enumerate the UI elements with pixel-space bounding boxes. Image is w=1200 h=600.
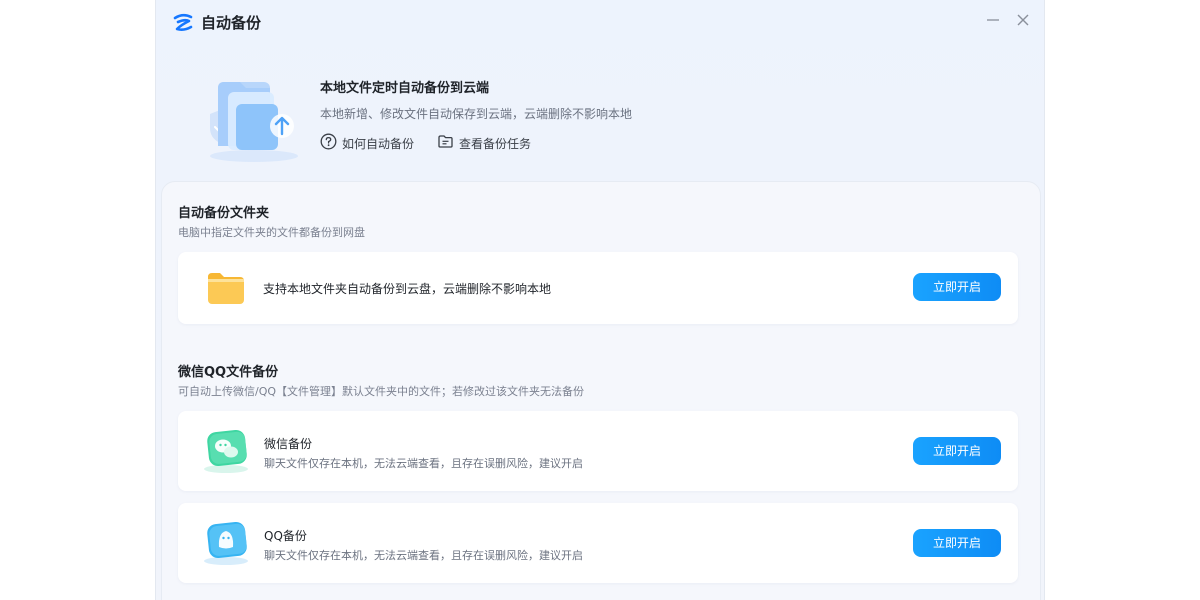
backup-options-panel: 自动备份文件夹 电脑中指定文件夹的文件都备份到网盘 支持本地文件夹自动备份到云盘… <box>161 181 1041 600</box>
view-backup-tasks-label: 查看备份任务 <box>459 136 532 151</box>
qq-backup-title: QQ备份 <box>264 529 307 543</box>
hero-subtitle: 本地新增、修改文件自动保存到云端，云端删除不影响本地 <box>320 107 633 121</box>
auto-backup-window: 自动备份 本地文件定时自动备份到云端 本地新增、修改文件自动保存到云端，云端删除… <box>155 0 1045 600</box>
qq-backup-description: 聊天文件仅存在本机，无法云端查看，且存在误删风险，建议开启 <box>264 549 583 562</box>
wechat-backup-card: 微信备份 聊天文件仅存在本机，无法云端查看，且存在误删风险，建议开启 立即开启 <box>178 411 1018 491</box>
folder-list-icon <box>437 133 459 153</box>
qq-icon <box>200 517 252 571</box>
wechat-backup-title: 微信备份 <box>264 437 313 451</box>
folder-icon <box>206 271 246 309</box>
app-logo-icon <box>172 12 194 34</box>
im-section-description: 可自动上传微信/QQ【文件管理】默认文件夹中的文件；若修改过该文件夹无法备份 <box>178 385 585 398</box>
hero-title: 本地文件定时自动备份到云端 <box>320 81 490 96</box>
wechat-backup-description: 聊天文件仅存在本机，无法云端查看，且存在误删风险，建议开启 <box>264 457 583 470</box>
enable-qq-backup-button[interactable]: 立即开启 <box>913 529 1001 557</box>
folder-section-title: 自动备份文件夹 <box>178 206 270 221</box>
how-to-backup-label: 如何自动备份 <box>342 136 415 151</box>
how-to-backup-link[interactable]: 如何自动备份 <box>320 133 415 153</box>
backup-illustration-icon <box>196 66 306 166</box>
window-title: 自动备份 <box>201 14 262 32</box>
folder-section-description: 电脑中指定文件夹的文件都备份到网盘 <box>178 226 365 239</box>
folder-backup-text: 支持本地文件夹自动备份到云盘，云端删除不影响本地 <box>263 282 552 296</box>
question-circle-icon <box>320 133 342 153</box>
minimize-icon[interactable] <box>984 11 1002 29</box>
enable-wechat-backup-button[interactable]: 立即开启 <box>913 437 1001 465</box>
im-section-title: 微信QQ文件备份 <box>178 365 279 380</box>
wechat-icon <box>200 425 252 479</box>
title-bar: 自动备份 <box>156 0 1044 44</box>
close-icon[interactable] <box>1014 11 1032 29</box>
view-backup-tasks-link[interactable]: 查看备份任务 <box>437 134 531 152</box>
folder-backup-card: 支持本地文件夹自动备份到云盘，云端删除不影响本地 立即开启 <box>178 252 1018 324</box>
qq-backup-card: QQ备份 聊天文件仅存在本机，无法云端查看，且存在误删风险，建议开启 立即开启 <box>178 503 1018 583</box>
enable-folder-backup-button[interactable]: 立即开启 <box>913 273 1001 301</box>
